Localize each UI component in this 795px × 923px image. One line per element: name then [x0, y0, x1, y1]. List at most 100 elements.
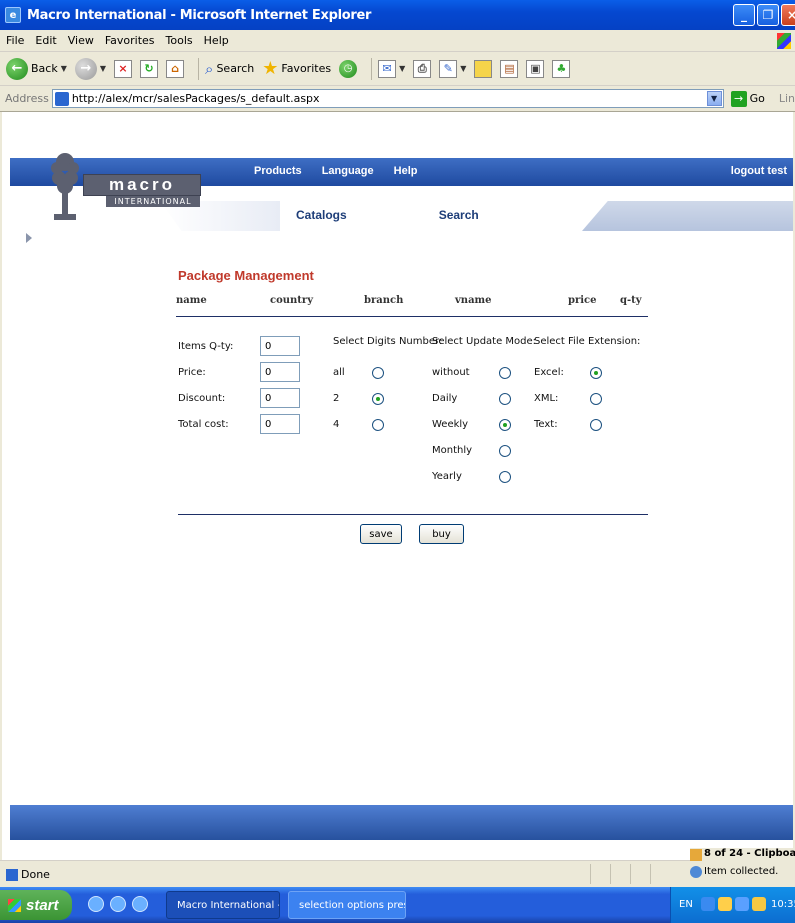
extension-option-label: Text:: [534, 419, 558, 430]
refresh-icon[interactable]: ↻: [140, 59, 159, 78]
favorites-button[interactable]: ★ Favorites: [262, 58, 331, 79]
update-option-label: Daily: [432, 393, 458, 404]
tray-icon[interactable]: [735, 897, 749, 911]
items-qty-input[interactable]: 0: [260, 336, 300, 356]
media-quicklaunch-icon[interactable]: [132, 896, 148, 912]
field-label: Items Q-ty:: [178, 341, 234, 352]
chevron-down-icon[interactable]: ▼: [706, 91, 722, 106]
close-button[interactable]: ×: [781, 4, 795, 26]
research-icon[interactable]: ▤: [500, 59, 519, 78]
minimize-button[interactable]: _: [733, 4, 755, 26]
update-radio-without[interactable]: [499, 367, 511, 379]
back-button[interactable]: ← Back ▼: [6, 57, 67, 80]
site-footer-bar: [10, 805, 795, 840]
discount-input[interactable]: 0: [260, 388, 300, 408]
contacts-icon[interactable]: ♣: [552, 59, 571, 78]
toolbar-separator: [371, 57, 373, 80]
chevron-down-icon: ▼: [60, 64, 67, 73]
tray-icon[interactable]: [752, 897, 766, 911]
ie-app-icon: e: [5, 7, 21, 23]
column-header[interactable]: vname: [455, 295, 492, 306]
total-cost-input[interactable]: 0: [260, 414, 300, 434]
address-url: http://alex/mcr/salesPackages/s_default.…: [71, 92, 320, 105]
subnav-catalogs[interactable]: Catalogs: [296, 208, 347, 222]
toolbar-separator: [198, 57, 200, 80]
update-radio-yearly[interactable]: [499, 471, 511, 483]
nav-language[interactable]: Language: [322, 165, 374, 177]
save-button[interactable]: save: [360, 524, 402, 544]
status-text: Done: [6, 868, 50, 881]
chevron-down-icon: ▼: [460, 64, 467, 73]
window-title: Macro International - Microsoft Internet…: [27, 7, 372, 23]
update-radio-daily[interactable]: [499, 393, 511, 405]
extension-radio-text[interactable]: [590, 419, 602, 431]
logo-wordmark: macro: [83, 174, 201, 196]
tree-logo-icon: [51, 153, 79, 220]
windows-taskbar: start Macro International - ... selectio…: [0, 887, 795, 923]
home-icon[interactable]: ⌂: [166, 59, 185, 78]
menu-help[interactable]: Help: [204, 34, 229, 47]
language-indicator[interactable]: EN: [679, 899, 693, 910]
clipboard-notification[interactable]: 8 of 24 - Clipboar Item collected.: [690, 848, 795, 883]
browser-quicklaunch-icon[interactable]: [110, 896, 126, 912]
search-button[interactable]: ⌕ Search: [205, 60, 254, 78]
status-cells: [590, 864, 670, 884]
menu-favorites[interactable]: Favorites: [105, 34, 155, 47]
extension-radio-excel[interactable]: [590, 367, 602, 379]
start-button[interactable]: start: [0, 890, 72, 920]
expand-arrow-icon[interactable]: [26, 233, 32, 243]
logout-link[interactable]: logout test: [731, 165, 787, 177]
digits-radio-2[interactable]: [372, 393, 384, 405]
buy-button[interactable]: buy: [419, 524, 464, 544]
column-header[interactable]: q-ty: [620, 295, 642, 306]
taskbar-item-powerpoint[interactable]: selection options pres...: [288, 891, 406, 919]
menu-edit[interactable]: Edit: [35, 34, 56, 47]
price-input[interactable]: 0: [260, 362, 300, 382]
update-radio-weekly[interactable]: [499, 419, 511, 431]
standard-toolbar: ← Back ▼ → ▼ × ↻ ⌂ ⌕ Search ★ Favorites …: [0, 52, 795, 86]
taskbar-item-ie[interactable]: Macro International - ...: [166, 891, 280, 919]
column-header[interactable]: name: [176, 295, 207, 306]
digits-radio-4[interactable]: [372, 419, 384, 431]
nav-products[interactable]: Products: [254, 165, 302, 177]
column-header[interactable]: branch: [364, 295, 403, 306]
update-radio-monthly[interactable]: [499, 445, 511, 457]
tray-icon[interactable]: [701, 897, 715, 911]
web-page: Products Language Help logout test Catal…: [10, 146, 795, 846]
extension-radio-xml[interactable]: [590, 393, 602, 405]
go-button[interactable]: → Go: [728, 90, 765, 107]
column-header[interactable]: price: [568, 295, 597, 306]
history-icon[interactable]: ◷: [339, 59, 358, 78]
chevron-down-icon: ▼: [399, 64, 406, 73]
messenger-icon[interactable]: ▣: [526, 59, 545, 78]
window-title-bar: e Macro International - Microsoft Intern…: [0, 0, 795, 30]
extension-option-label: XML:: [534, 393, 559, 404]
maximize-button[interactable]: ❐: [757, 4, 779, 26]
menu-tools[interactable]: Tools: [166, 34, 193, 47]
column-headers: name country branch vname price q-ty: [176, 287, 648, 317]
ie-quicklaunch-icon[interactable]: [88, 896, 104, 912]
stop-icon[interactable]: ×: [114, 59, 133, 78]
extension-option-label: Excel:: [534, 367, 564, 378]
column-header[interactable]: country: [270, 295, 313, 306]
subnav-search[interactable]: Search: [439, 208, 479, 222]
print-icon[interactable]: ⎙: [413, 59, 432, 78]
macro-logo: macro INTERNATIONAL: [50, 146, 206, 228]
folder-icon[interactable]: [474, 59, 493, 78]
back-arrow-icon: ←: [6, 57, 28, 80]
update-option-label: Weekly: [432, 419, 469, 430]
update-option-label: Monthly: [432, 445, 473, 456]
nav-help[interactable]: Help: [394, 165, 418, 177]
tray-icon[interactable]: [718, 897, 732, 911]
system-tray: EN 10:35: [670, 887, 795, 923]
extension-heading: Select File Extension:: [534, 336, 641, 347]
links-label[interactable]: Lin: [779, 92, 795, 105]
menu-file[interactable]: File: [6, 34, 24, 47]
address-label: Address: [5, 92, 49, 105]
forward-button[interactable]: → ▼: [74, 57, 106, 80]
digits-radio-all[interactable]: [372, 367, 384, 379]
address-input[interactable]: http://alex/mcr/salesPackages/s_default.…: [51, 89, 724, 108]
edit-icon[interactable]: ✎: [439, 59, 458, 78]
mail-icon[interactable]: ✉: [378, 59, 397, 78]
menu-view[interactable]: View: [68, 34, 94, 47]
